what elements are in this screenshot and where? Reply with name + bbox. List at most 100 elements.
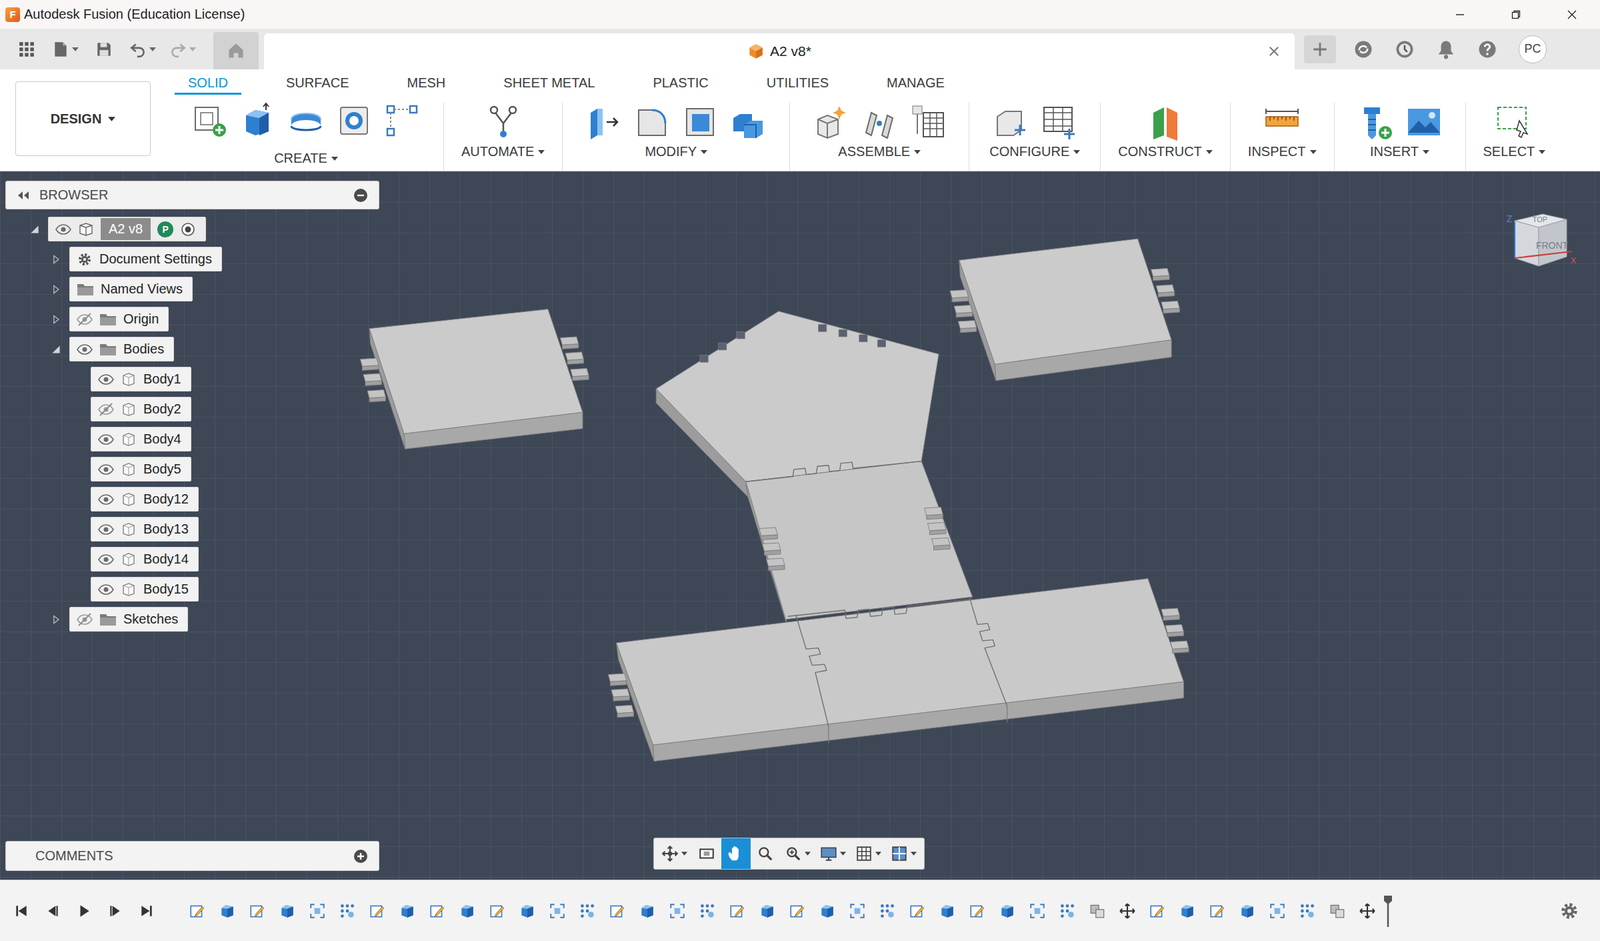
tool-button[interactable] (1400, 102, 1448, 142)
tree-item[interactable]: Body13 (90, 516, 199, 542)
timeline-feature[interactable] (1142, 896, 1172, 926)
document-tab[interactable]: A2 v8* (264, 33, 1295, 70)
tree-item[interactable]: Bodies (69, 336, 174, 362)
view-cube[interactable]: TOPFRONTZX (1500, 202, 1580, 282)
new-tab-button[interactable] (1304, 35, 1336, 64)
collapsed-arrow-icon[interactable] (50, 254, 62, 265)
eye-hidden-icon[interactable] (76, 611, 93, 628)
expanded-arrow-icon[interactable] (29, 224, 40, 235)
nav-tool[interactable] (692, 838, 722, 869)
timeline-feature[interactable] (182, 896, 212, 926)
tool-button[interactable] (330, 101, 378, 140)
workspace-tab[interactable]: MANAGE (873, 69, 958, 95)
group-menu[interactable]: MODIFY (644, 144, 708, 160)
tool-button[interactable] (1258, 102, 1306, 142)
collapsed-arrow-icon[interactable] (50, 614, 62, 625)
eye-icon[interactable] (76, 341, 93, 358)
timeline-feature[interactable] (482, 896, 512, 926)
group-menu[interactable]: CREATE (274, 150, 338, 166)
tree-item[interactable]: Body15 (90, 576, 199, 602)
tool-button[interactable] (903, 102, 952, 142)
timeline-feature[interactable] (242, 896, 272, 926)
tool-button[interactable] (1490, 102, 1538, 142)
timeline-feature[interactable] (1352, 896, 1382, 926)
timeline-feature[interactable] (452, 896, 482, 926)
timeline-feature[interactable] (932, 896, 962, 926)
eye-icon[interactable] (98, 461, 114, 478)
timeline-feature[interactable] (1052, 896, 1082, 926)
last-step-button[interactable] (130, 896, 162, 926)
tree-item[interactable]: Document Settings (69, 246, 222, 272)
timeline-feature[interactable] (662, 896, 692, 926)
timeline-feature[interactable] (572, 896, 602, 926)
tree-item[interactable]: Body12 (90, 486, 199, 512)
timeline-feature[interactable] (1112, 896, 1142, 926)
eye-icon[interactable] (98, 551, 114, 568)
timeline-feature[interactable] (272, 896, 302, 926)
file-button[interactable] (46, 34, 84, 65)
timeline-feature[interactable] (422, 896, 452, 926)
workspace-switcher[interactable]: DESIGN (15, 81, 151, 156)
timeline-feature[interactable] (692, 896, 722, 926)
expanded-arrow-icon[interactable] (50, 344, 62, 355)
eye-icon[interactable] (98, 491, 114, 508)
nav-tool[interactable] (656, 838, 692, 869)
timeline-feature[interactable] (512, 896, 542, 926)
timeline-feature[interactable] (1262, 896, 1292, 926)
tool-button[interactable] (724, 102, 772, 142)
save-button[interactable] (86, 34, 122, 65)
tree-item[interactable]: Body14 (90, 546, 199, 572)
play-button[interactable] (68, 896, 100, 926)
timeline-feature[interactable] (1292, 896, 1322, 926)
group-menu[interactable]: AUTOMATE (461, 144, 545, 160)
eye-icon[interactable] (98, 431, 114, 448)
timeline-feature[interactable] (872, 896, 902, 926)
tool-button[interactable] (1034, 102, 1083, 142)
timeline-feature[interactable] (1082, 896, 1112, 926)
activate-radio-icon[interactable] (180, 221, 196, 238)
timeline-feature[interactable] (362, 896, 392, 926)
eye-hidden-icon[interactable] (98, 401, 114, 418)
timeline-marker[interactable] (1383, 894, 1393, 927)
minimize-button[interactable] (1432, 0, 1488, 29)
timeline-feature[interactable] (902, 896, 932, 926)
timeline-feature[interactable] (602, 896, 632, 926)
group-menu[interactable]: CONFIGURE (989, 144, 1080, 160)
timeline-feature[interactable] (332, 896, 362, 926)
user-avatar[interactable]: PC (1518, 35, 1547, 64)
tree-item[interactable]: Body1 (90, 366, 192, 392)
nav-tool[interactable] (721, 838, 751, 869)
timeline-settings-button[interactable] (1556, 897, 1583, 924)
eye-icon[interactable] (98, 581, 114, 598)
help-button[interactable] (1473, 35, 1502, 64)
first-step-button[interactable] (5, 896, 37, 926)
timeline-feature[interactable] (392, 896, 422, 926)
timeline-feature[interactable] (212, 896, 242, 926)
collapse-panel-icon[interactable] (16, 190, 30, 200)
home-button[interactable] (213, 32, 259, 70)
job-status-button[interactable] (1390, 35, 1419, 64)
minimize-panel-icon[interactable] (353, 188, 368, 203)
redo-button[interactable] (164, 34, 202, 65)
viewport-canvas[interactable]: BROWSERA2 v8PDocument SettingsNamed View… (0, 171, 1600, 880)
timeline-feature[interactable] (842, 896, 872, 926)
timeline-feature[interactable] (302, 896, 332, 926)
body-assembly[interactable] (616, 311, 1184, 762)
close-tab-button[interactable] (1264, 41, 1284, 62)
timeline-feature[interactable] (1022, 896, 1052, 926)
timeline-feature[interactable] (1202, 896, 1232, 926)
close-button[interactable] (1544, 0, 1600, 29)
timeline-feature[interactable] (962, 896, 992, 926)
tool-button[interactable] (855, 102, 904, 142)
tool-button[interactable] (807, 102, 856, 142)
group-menu[interactable]: SELECT (1483, 144, 1546, 160)
nav-tool[interactable] (780, 838, 816, 869)
tool-button[interactable] (1141, 102, 1190, 142)
tool-button[interactable] (676, 102, 724, 142)
app-grid-button[interactable] (9, 34, 44, 65)
tree-item[interactable]: Sketches (69, 606, 188, 632)
extensions-button[interactable] (1349, 35, 1378, 64)
tree-item[interactable]: Body5 (90, 456, 192, 482)
body-plate[interactable] (369, 309, 583, 450)
tool-button[interactable] (1352, 102, 1400, 142)
